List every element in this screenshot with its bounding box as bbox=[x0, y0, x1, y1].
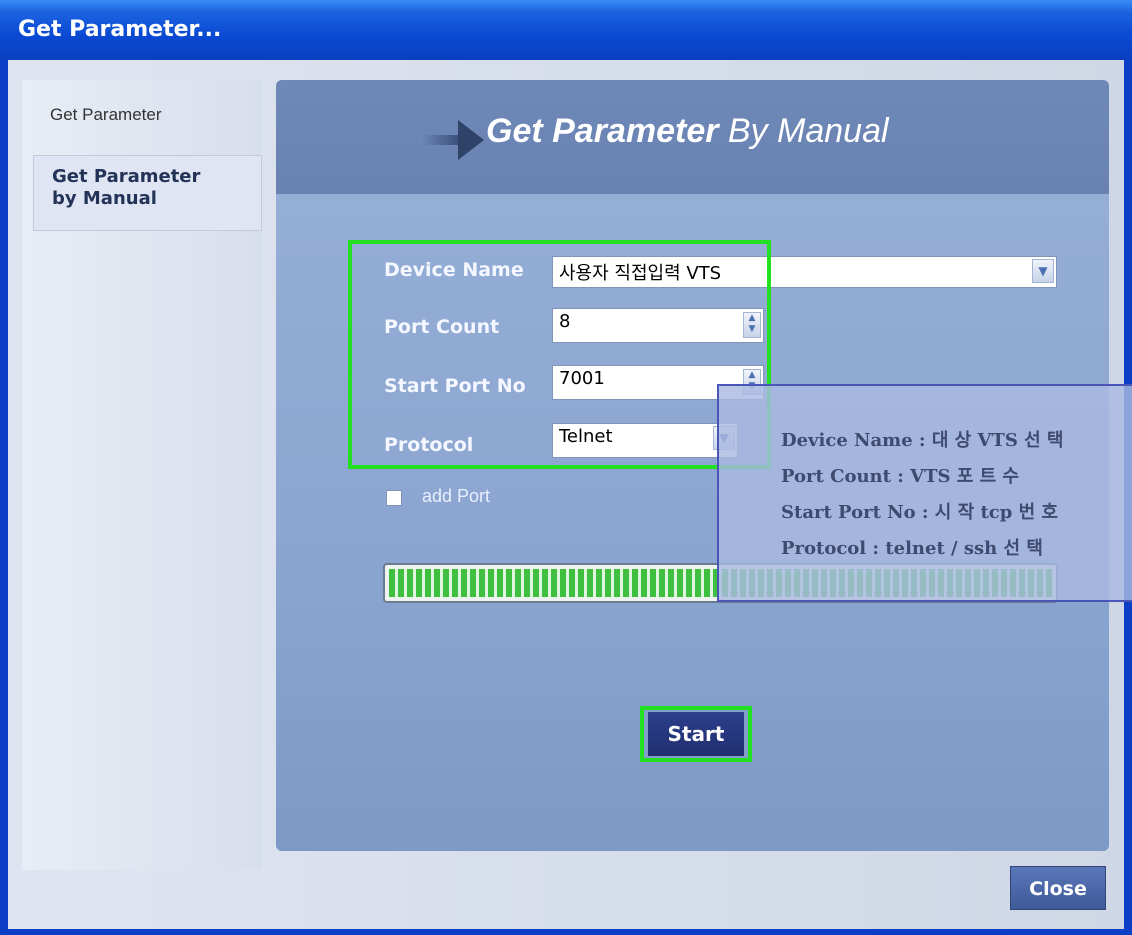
add-port-checkbox[interactable] bbox=[386, 490, 402, 506]
tooltip-line: Port Count : VTS 포 트 수 bbox=[781, 466, 1019, 487]
page-title: Get Parameter By Manual bbox=[486, 112, 889, 150]
add-port-label: add Port bbox=[422, 486, 491, 506]
arrow-right-icon bbox=[458, 120, 484, 160]
help-tooltip: Device Name : 대 상 VTS 선 택 Port Count : V… bbox=[717, 384, 1132, 602]
chevron-down-icon[interactable]: ▼ bbox=[1032, 259, 1054, 283]
sidebar-item-get-parameter-by-manual[interactable]: Get Parameter by Manual bbox=[33, 155, 262, 231]
start-button[interactable]: Start bbox=[648, 712, 744, 756]
sidebar-item-get-parameter[interactable]: Get Parameter bbox=[50, 105, 250, 135]
highlight-box-form bbox=[348, 240, 771, 469]
get-parameter-window: Get Parameter... Get Parameter Get Param… bbox=[0, 0, 1132, 935]
window-title: Get Parameter... bbox=[0, 0, 1132, 60]
sidebar-item-label: Get Parameter by Manual bbox=[52, 166, 201, 209]
tooltip-line: Protocol : telnet / ssh 선 택 bbox=[781, 538, 1043, 559]
window-frame-bottom bbox=[0, 929, 1132, 935]
tooltip-line: Start Port No : 시 작 tcp 번 호 bbox=[781, 502, 1058, 523]
arrow-line-decoration bbox=[420, 135, 460, 145]
tooltip-line: Device Name : 대 상 VTS 선 택 bbox=[781, 430, 1064, 451]
window-frame-left bbox=[0, 60, 8, 935]
close-button[interactable]: Close bbox=[1010, 866, 1106, 910]
